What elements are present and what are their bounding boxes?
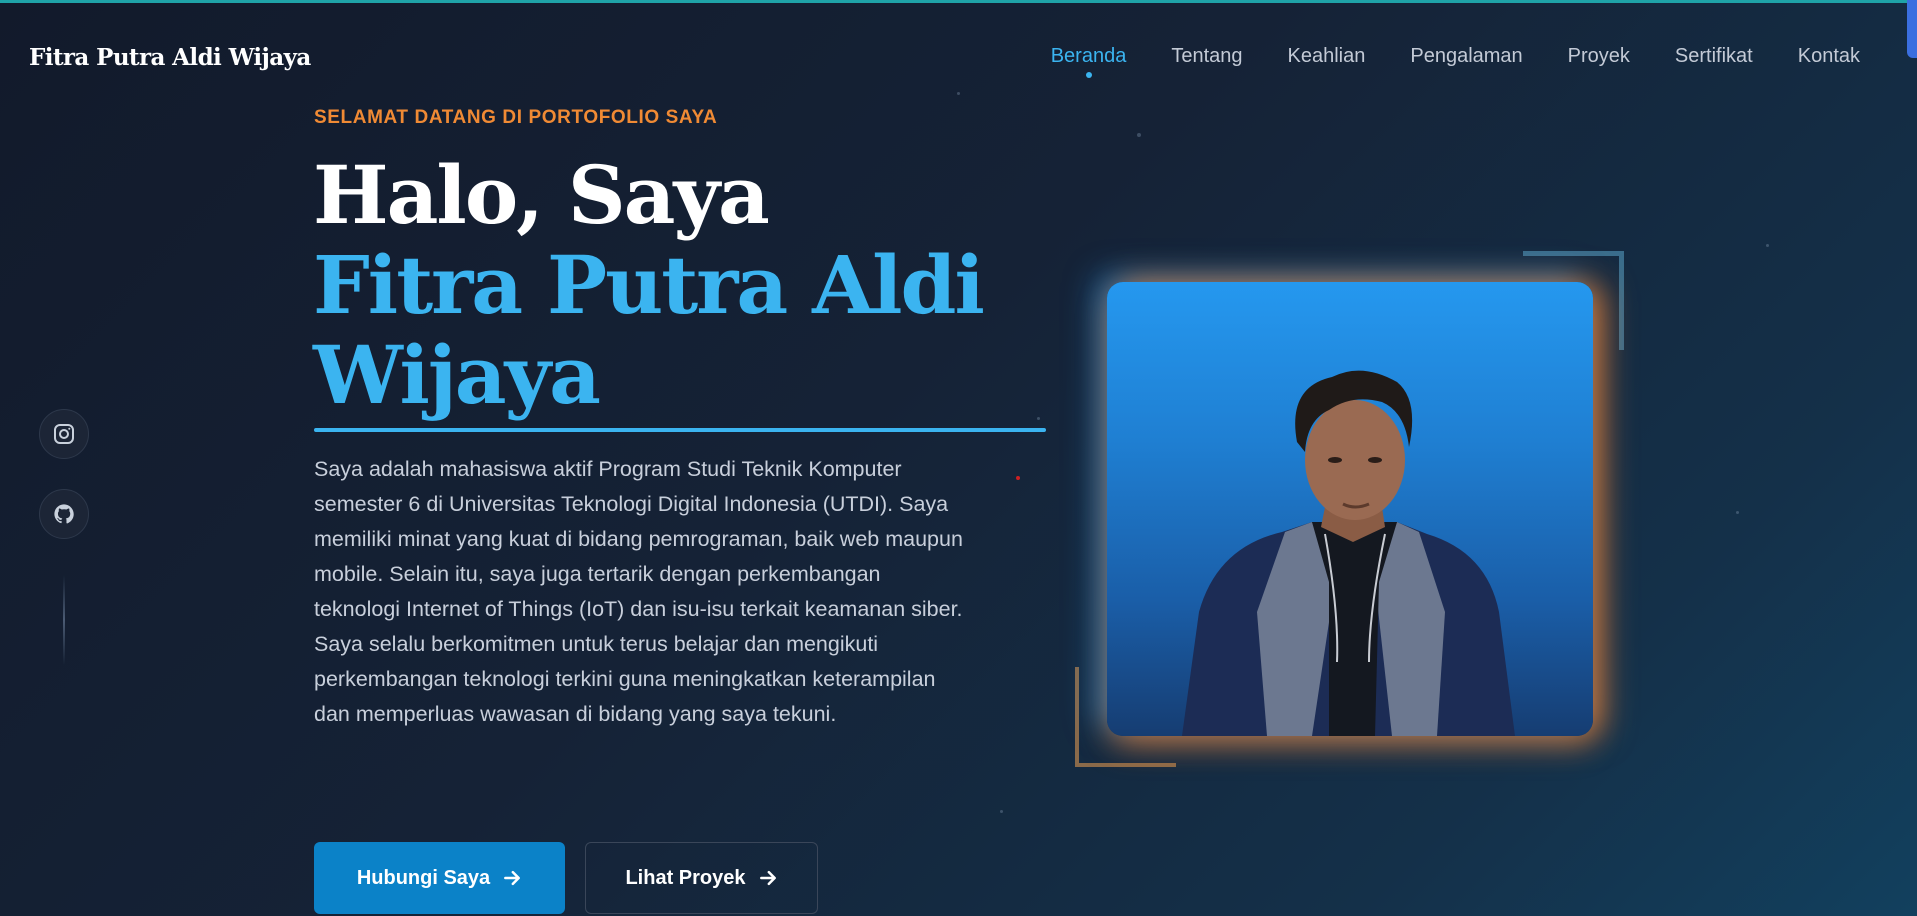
nav-item-beranda[interactable]: Beranda bbox=[1050, 45, 1127, 78]
nav-item-tentang[interactable]: Tentang bbox=[1171, 45, 1242, 68]
nav-item-label: Beranda bbox=[1050, 45, 1127, 67]
background-speck bbox=[1137, 133, 1141, 137]
contact-me-button[interactable]: Hubungi Saya bbox=[314, 842, 565, 914]
arrow-right-icon bbox=[759, 870, 776, 886]
hero-bio: Saya adalah mahasiswa aktif Program Stud… bbox=[314, 457, 963, 726]
view-projects-button[interactable]: Lihat Proyek bbox=[585, 842, 818, 914]
arrow-right-icon bbox=[504, 870, 521, 886]
instagram-icon bbox=[54, 424, 74, 444]
contact-me-label: Hubungi Saya bbox=[356, 866, 491, 889]
brand-logo[interactable]: Fitra Putra Aldi Wijaya bbox=[29, 44, 311, 71]
nav-item-sertifikat[interactable]: Sertifikat bbox=[1675, 45, 1753, 68]
nav-item-proyek[interactable]: Proyek bbox=[1568, 45, 1630, 68]
nav-item-keahlian[interactable]: Keahlian bbox=[1288, 45, 1366, 68]
hero-name: Fitra Putra Aldi Wijaya bbox=[313, 238, 985, 422]
profile-portrait-illustration bbox=[1182, 370, 1515, 736]
hero-greeting: Halo, Saya bbox=[313, 148, 770, 242]
title-underline bbox=[314, 428, 1046, 432]
background-speck bbox=[957, 92, 960, 95]
welcome-eyebrow: SELAMAT DATANG DI PORTOFOLIO SAYA bbox=[314, 107, 718, 128]
scrollbar-thumb[interactable] bbox=[1907, 0, 1917, 58]
github-icon bbox=[54, 504, 74, 524]
background-speck bbox=[1016, 476, 1020, 480]
nav-item-pengalaman[interactable]: Pengalaman bbox=[1410, 45, 1522, 68]
top-accent-bar bbox=[0, 0, 1917, 3]
nav-item-kontak[interactable]: Kontak bbox=[1798, 45, 1860, 68]
social-divider-line bbox=[63, 575, 65, 665]
background-speck bbox=[1000, 810, 1003, 813]
main-navigation: Beranda Tentang Keahlian Pengalaman Proy… bbox=[1050, 45, 1860, 78]
profile-photo bbox=[1107, 282, 1593, 736]
active-indicator-dot bbox=[1085, 72, 1092, 78]
background-speck bbox=[1766, 244, 1769, 247]
github-link[interactable] bbox=[39, 489, 89, 539]
view-projects-label: Lihat Proyek bbox=[625, 866, 746, 889]
instagram-link[interactable] bbox=[39, 409, 89, 459]
hero-heading: Halo, Saya Fitra Putra Aldi Wijaya bbox=[313, 150, 1073, 420]
background-speck bbox=[1736, 511, 1739, 514]
